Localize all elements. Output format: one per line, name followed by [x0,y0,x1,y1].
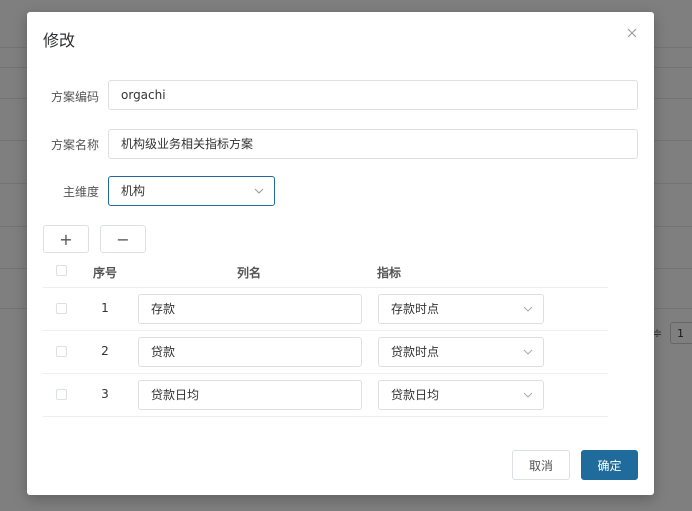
indicator-value: 存款时点 [391,302,440,316]
row-seq: 2 [101,344,109,358]
confirm-button-label: 确定 [597,458,622,473]
column-name-input[interactable]: 贷款日均 [138,380,362,410]
row-seq: 1 [101,301,109,315]
column-header-seq: 序号 [93,266,118,280]
table-divider [43,330,608,331]
main-dimension-select[interactable]: 机构 [108,176,275,206]
confirm-button[interactable]: 确定 [581,450,638,480]
indicator-select[interactable]: 贷款时点 [378,337,544,367]
scheme-name-label: 方案名称 [50,138,99,152]
indicator-value: 贷款时点 [391,345,440,359]
column-name-input[interactable]: 存款 [138,294,362,324]
row-checkbox[interactable] [56,389,67,400]
table-divider [43,373,608,374]
indicator-value: 贷款日均 [391,388,440,402]
cancel-button-label: 取消 [528,458,553,473]
chevron-down-icon [523,349,533,355]
chevron-down-icon [523,306,533,312]
cancel-button[interactable]: 取消 [512,450,570,480]
column-header-indicator: 指标 [377,266,402,280]
row-seq: 3 [101,387,109,401]
chevron-down-icon [254,188,264,194]
minus-icon: − [116,229,130,249]
main-dimension-value: 机构 [121,184,146,198]
row-checkbox[interactable] [56,346,67,357]
edit-dialog: 修改 方案编码 orgachi 方案名称 机构级业务相关指标方案 主维度 机构 … [27,12,654,495]
table-divider [43,287,608,288]
plus-icon: + [59,229,73,249]
add-row-button[interactable]: + [43,225,89,253]
scheme-name-input[interactable]: 机构级业务相关指标方案 [108,129,638,159]
column-name-input[interactable]: 贷款 [138,337,362,367]
dialog-title: 修改 [43,31,76,50]
scheme-code-label: 方案编码 [50,90,99,104]
chevron-down-icon [523,392,533,398]
remove-row-button[interactable]: − [100,225,146,253]
scheme-code-input[interactable]: orgachi [108,80,638,110]
close-icon[interactable] [625,26,639,40]
indicator-select[interactable]: 贷款日均 [378,380,544,410]
table-divider [43,416,608,417]
select-all-checkbox[interactable] [56,265,67,276]
row-checkbox[interactable] [56,303,67,314]
column-header-column-name: 列名 [237,266,262,280]
indicator-select[interactable]: 存款时点 [378,294,544,324]
main-dimension-label: 主维度 [62,185,99,199]
